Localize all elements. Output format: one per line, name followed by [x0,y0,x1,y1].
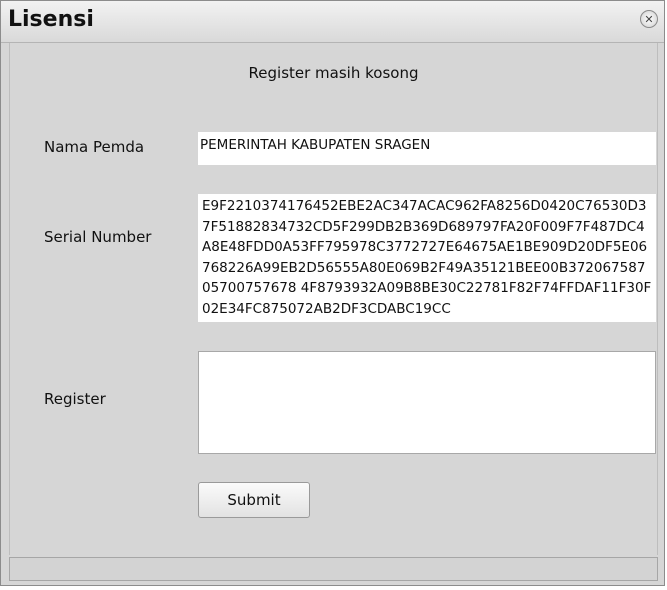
submit-button[interactable]: Submit [198,482,310,518]
status-bar [9,557,658,581]
register-label: Register [44,390,106,408]
nama-pemda-label: Nama Pemda [44,138,145,156]
nama-pemda-field[interactable]: PEMERINTAH KABUPATEN SRAGEN [198,132,656,165]
form-panel: Register masih kosong Nama Pemda PEMERIN… [9,43,658,555]
close-icon[interactable]: ✕ [640,10,658,28]
register-field[interactable] [198,351,656,454]
serial-number-label: Serial Number [44,228,152,246]
window-title: Lisensi [8,7,94,32]
title-bar[interactable]: Lisensi ✕ [1,1,664,43]
serial-number-text: E9F2210374176452EBE2AC347ACAC962FA8256D0… [202,198,652,317]
status-message: Register masih kosong [248,64,419,82]
license-window: Lisensi ✕ Register masih kosong Nama Pem… [0,0,665,586]
serial-number-field[interactable]: E9F2210374176452EBE2AC347ACAC962FA8256D0… [198,194,656,322]
